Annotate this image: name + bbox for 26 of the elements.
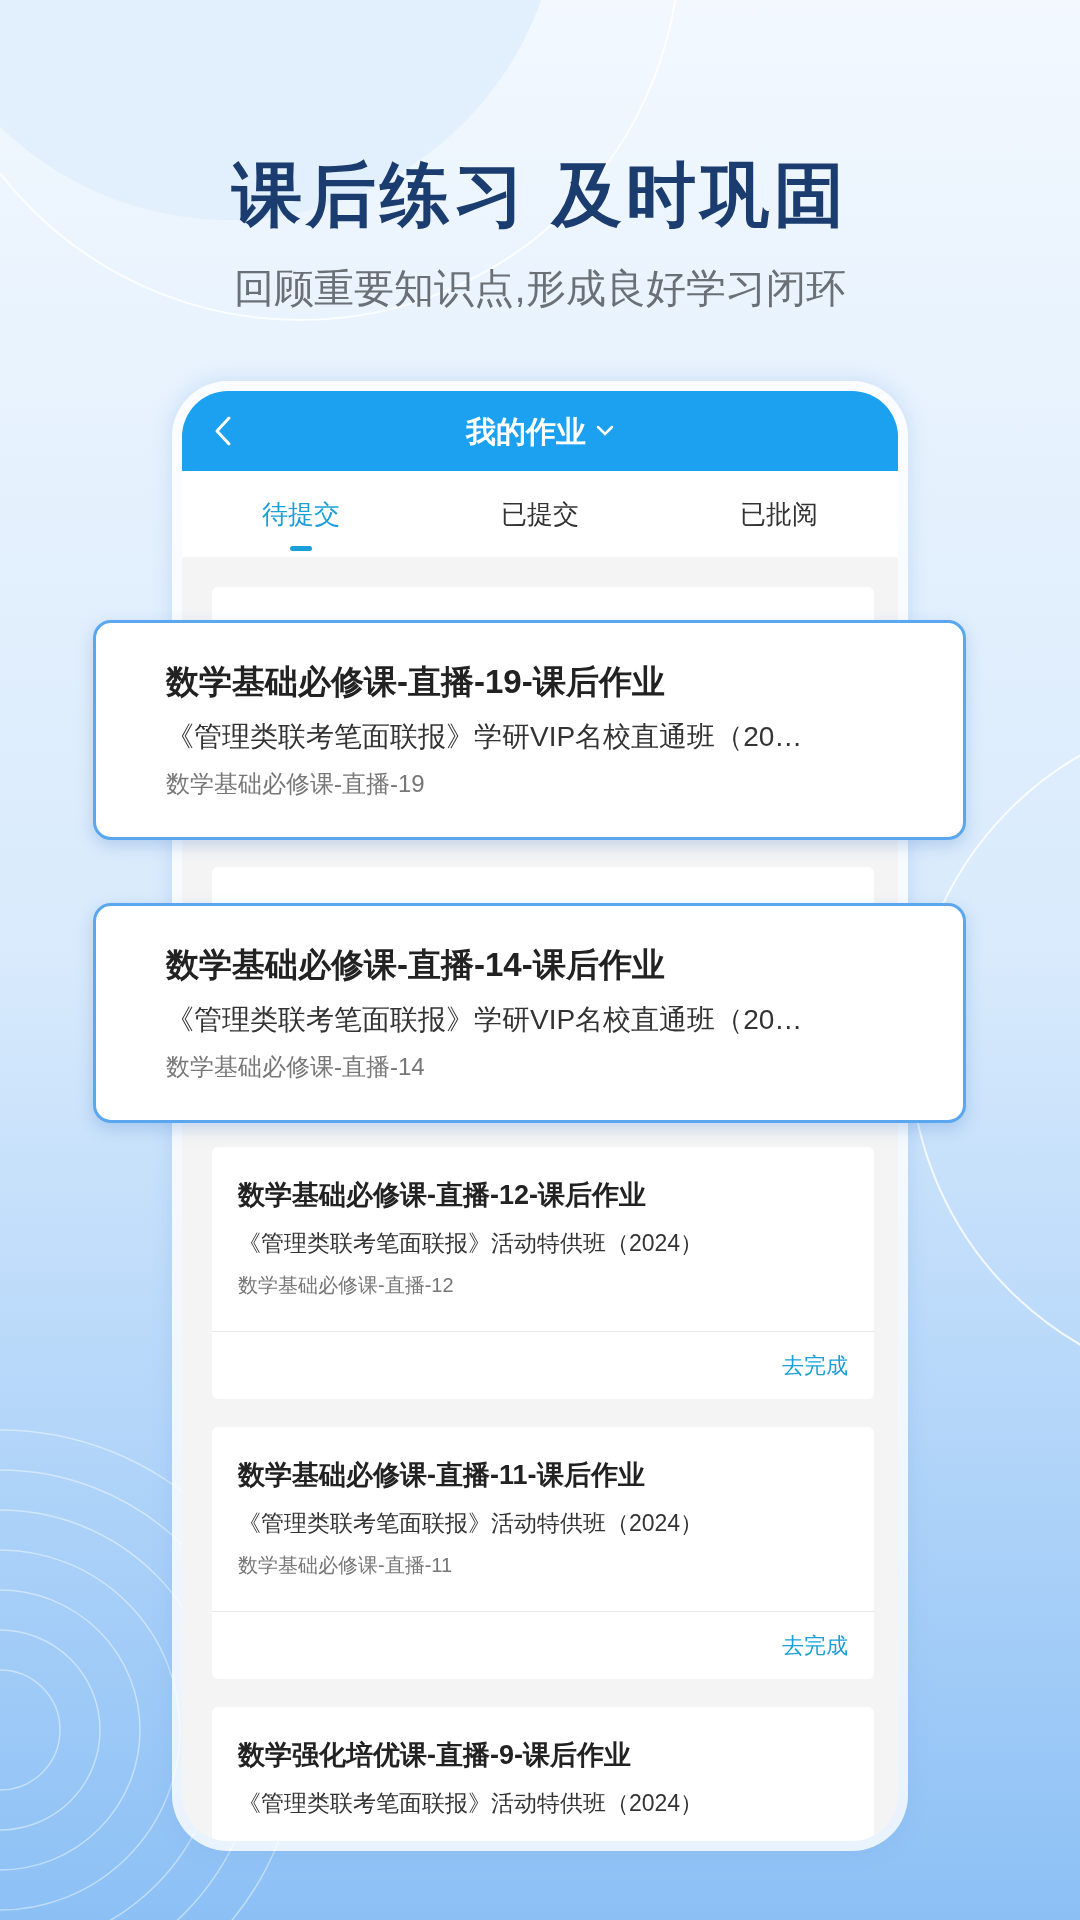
back-icon[interactable]: [214, 415, 232, 447]
assignment-card[interactable]: 数学基础必修课-直播-19-课后作业 《管理类联考笔面联报》学研VIP名校直通班（20… 数学基础必修课-直播-19: [93, 620, 966, 840]
assignment-title: 数学基础必修课-直播-12-课后作业: [238, 1179, 647, 1212]
chevron-down-icon[interactable]: [596, 425, 614, 437]
course-name: 《管理类联考笔面联报》活动特供班（2024）: [238, 1229, 705, 1258]
assignment-card[interactable]: 数学基础必修课-直播-14-课后作业 《管理类联考笔面联报》学研VIP名校直通班（20… 数学基础必修课-直播-14: [93, 903, 966, 1123]
assignment-card[interactable]: 数学基础必修课-直播-12-课后作业 《管理类联考笔面联报》活动特供班（2024） 数学基础必修课-直播-12 去完成: [212, 1147, 874, 1399]
lesson-name: 数学基础必修课-直播-14: [166, 1052, 426, 1082]
assignment-title: 数学基础必修课-直播-19-课后作业: [166, 662, 666, 702]
tab[interactable]: 已提交: [420, 471, 660, 557]
assignment-card[interactable]: 数学基础必修课-直播-11-课后作业 《管理类联考笔面联报》活动特供班（2024） 数学基础必修课-直播-11 去完成: [212, 1427, 874, 1679]
assignment-title: 数学基础必修课-直播-14-课后作业: [166, 945, 666, 985]
course-name: 《管理类联考笔面联报》活动特供班（2024）: [238, 1789, 705, 1818]
lesson-name: 数学基础必修课-直播-19: [166, 769, 426, 799]
course-name: 《管理类联考笔面联报》活动特供班（2024）: [238, 1509, 705, 1538]
lesson-name: 数学基础必修课-直播-11: [238, 1553, 454, 1578]
lesson-name: 数学基础必修课-直播-12: [238, 1273, 455, 1298]
assignment-title: 数学基础必修课-直播-11-课后作业: [238, 1459, 646, 1492]
course-name: 《管理类联考笔面联报》学研VIP名校直通班（20…: [166, 720, 804, 754]
course-name: 《管理类联考笔面联报》学研VIP名校直通班（20…: [166, 1003, 804, 1037]
assignment-card[interactable]: 数学强化培优课-直播-9-课后作业 《管理类联考笔面联报》活动特供班（2024）: [212, 1707, 874, 1841]
promo-subtitle: 回顾重要知识点,形成良好学习闭环: [234, 265, 846, 312]
tab[interactable]: 已批阅: [659, 471, 898, 557]
assignment-title: 数学强化培优课-直播-9-课后作业: [238, 1739, 632, 1772]
header-title: 我的作业: [466, 413, 586, 450]
promo-title: 课后练习 及时巩固: [232, 155, 848, 235]
